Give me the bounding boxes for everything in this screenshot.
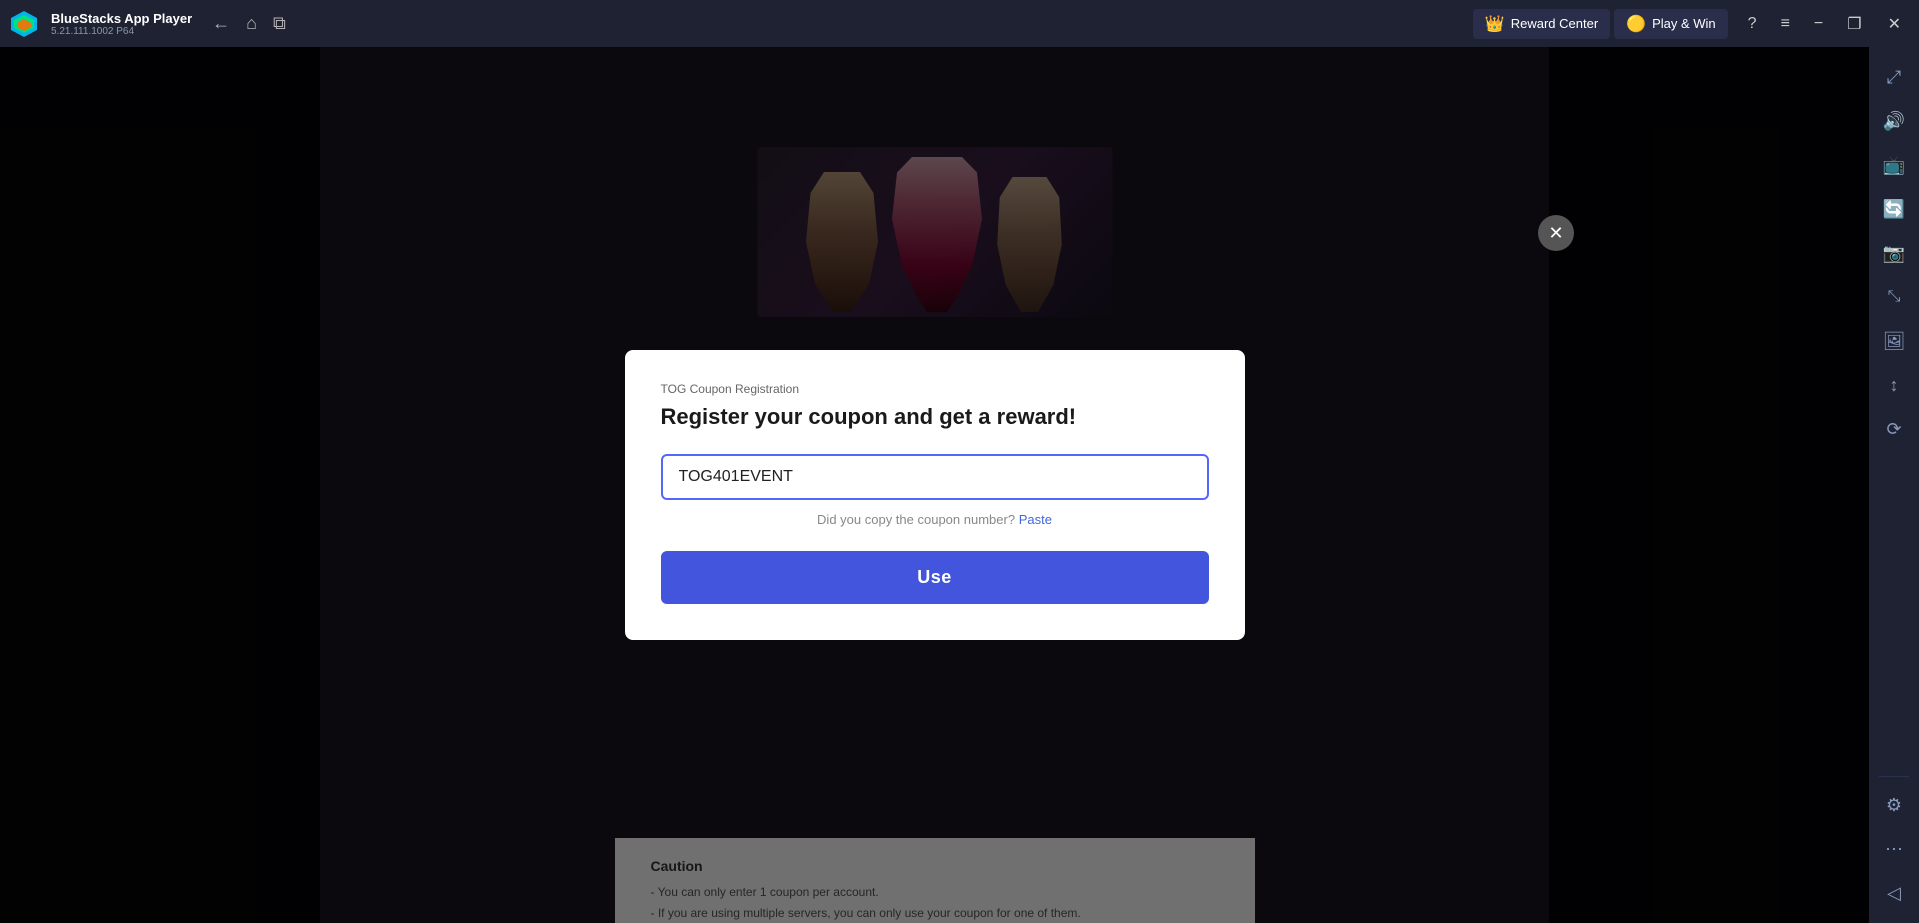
reward-center-label: Reward Center (1511, 16, 1598, 31)
menu-button[interactable]: ≡ (1773, 11, 1798, 37)
coupon-dialog: TOG Coupon Registration Register your co… (625, 350, 1245, 640)
volume-sidebar-button[interactable]: 🔊 (1874, 101, 1914, 141)
home-button[interactable]: ⌂ (246, 13, 257, 34)
dialog-close-button[interactable]: ✕ (1538, 215, 1574, 251)
more-sidebar-button[interactable]: ⋯ (1874, 829, 1914, 869)
display-icon: 📺 (1883, 155, 1905, 176)
app-name: BlueStacks App Player (51, 11, 192, 26)
display-sidebar-button[interactable]: 📺 (1874, 145, 1914, 185)
coupon-input-wrapper[interactable] (661, 454, 1209, 500)
more-icon: ⋯ (1885, 839, 1903, 860)
shake-sidebar-button[interactable]: ↕ (1874, 365, 1914, 405)
crown-icon: 👑 (1485, 14, 1505, 34)
resize-sidebar-button[interactable]: ⤡ (1874, 277, 1914, 317)
multi-instance-button[interactable]: ⧉ (273, 13, 286, 34)
camera-sidebar-button[interactable]: 🖼 (1874, 321, 1914, 361)
reward-center-button[interactable]: 👑 Reward Center (1473, 9, 1610, 39)
play-win-button[interactable]: 🟡 Play & Win (1614, 9, 1728, 39)
expand-sidebar-button[interactable]: ⤢ (1874, 57, 1914, 97)
window-actions: ? ≡ − ❐ ✕ (1740, 10, 1911, 38)
use-coupon-button[interactable]: Use (661, 551, 1209, 604)
titlebar: BlueStacks App Player 5.21.111.1002 P64 … (0, 0, 1919, 47)
titlebar-right: 👑 Reward Center 🟡 Play & Win ? ≡ − ❐ ✕ (1473, 9, 1919, 39)
help-button[interactable]: ? (1740, 11, 1765, 37)
play-win-label: Play & Win (1652, 16, 1716, 31)
right-sidebar: ⤢ 🔊 📺 🔄 📷 ⤡ 🖼 ↕ ⟳ ⚙ ⋯ ◁ (1869, 47, 1919, 923)
minimize-button[interactable]: − (1806, 11, 1831, 37)
collapse-sidebar-button[interactable]: ◁ (1874, 873, 1914, 913)
gyroscope-icon: ⟳ (1886, 419, 1901, 440)
screenshot-icon: 📷 (1883, 243, 1905, 264)
expand-icon: ⤢ (1887, 67, 1901, 88)
shake-icon: ↕ (1890, 375, 1899, 396)
window-close-button[interactable]: ✕ (1878, 10, 1911, 38)
paste-hint: Did you copy the coupon number? Paste (661, 512, 1209, 527)
dialog-subtitle: TOG Coupon Registration (661, 382, 1209, 396)
sidebar-bottom: ⚙ ⋯ ◁ (1869, 772, 1919, 923)
gyroscope-sidebar-button[interactable]: ⟳ (1874, 409, 1914, 449)
screenshot-sidebar-button[interactable]: 📷 (1874, 233, 1914, 273)
main-content: ID : 12000800056804 Copy Server: S 8 Sel… (0, 47, 1869, 923)
sidebar-divider (1879, 776, 1909, 777)
titlebar-nav: ← ⌂ ⧉ (212, 13, 286, 34)
dialog-overlay: ✕ TOG Coupon Registration Register your … (0, 47, 1869, 923)
coupon-input[interactable] (679, 468, 1191, 486)
settings-icon: ⚙ (1886, 795, 1902, 816)
app-name-group: BlueStacks App Player 5.21.111.1002 P64 (51, 11, 192, 37)
back-button[interactable]: ← (212, 13, 230, 34)
restore-button[interactable]: ❐ (1839, 10, 1869, 38)
rotate-icon: 🔄 (1883, 199, 1905, 220)
collapse-icon: ◁ (1887, 883, 1901, 904)
rotate-sidebar-button[interactable]: 🔄 (1874, 189, 1914, 229)
bluestacks-logo (0, 0, 47, 47)
app-version: 5.21.111.1002 P64 (51, 26, 192, 37)
camera-icon: 🖼 (1883, 331, 1906, 352)
resize-icon: ⤡ (1888, 288, 1901, 306)
dialog-title: Register your coupon and get a reward! (661, 404, 1209, 430)
volume-icon: 🔊 (1883, 111, 1905, 132)
paste-link[interactable]: Paste (1019, 512, 1052, 527)
coin-icon: 🟡 (1626, 14, 1646, 34)
settings-sidebar-button[interactable]: ⚙ (1874, 785, 1914, 825)
paste-hint-text: Did you copy the coupon number? (817, 512, 1015, 527)
